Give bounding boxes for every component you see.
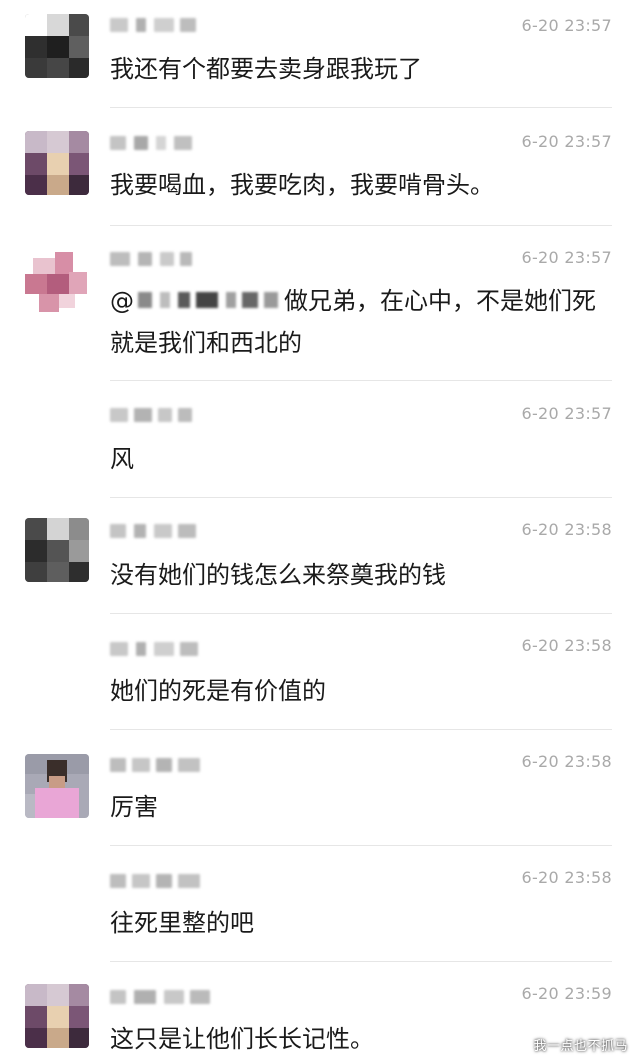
timestamp: 6-20 23:57 — [521, 132, 612, 151]
timestamp: 6-20 23:58 — [521, 868, 612, 887]
comment-text: 风 — [110, 445, 134, 473]
comment-text: 我还有个都要去卖身跟我玩了 — [110, 55, 422, 83]
watermark: 我一点也不抓马 — [533, 1039, 628, 1054]
divider — [110, 845, 612, 846]
username-blurred[interactable] — [110, 14, 210, 36]
timestamp: 6-20 23:58 — [521, 636, 612, 655]
divider — [110, 729, 612, 730]
avatar[interactable] — [25, 252, 89, 316]
username-blurred[interactable] — [110, 132, 210, 154]
mention-prefix: @ — [110, 287, 134, 315]
username-blurred[interactable] — [110, 986, 210, 1008]
comment-text: 这只是让他们长长记性。 — [110, 1025, 374, 1053]
username-blurred[interactable] — [110, 248, 210, 270]
username-blurred[interactable] — [110, 638, 210, 660]
comment-text: 厉害 — [110, 793, 158, 821]
comment-text: 往死里整的吧 — [110, 909, 254, 937]
avatar[interactable] — [25, 131, 89, 195]
avatar[interactable] — [25, 14, 89, 78]
comment-text: 她们的死是有价值的 — [110, 677, 326, 705]
comment-feed: 6-20 23:57 我还有个都要去卖身跟我玩了 6-20 23:57 我要喝血… — [0, 0, 640, 1064]
timestamp: 6-20 23:58 — [521, 752, 612, 771]
avatar[interactable] — [25, 984, 89, 1048]
avatar[interactable] — [25, 754, 89, 818]
mention-username-blurred[interactable] — [134, 289, 282, 311]
comment-text: 我要喝血，我要吃肉，我要啃骨头。 — [110, 171, 494, 199]
username-blurred[interactable] — [110, 754, 210, 776]
divider — [110, 380, 612, 381]
username-blurred[interactable] — [110, 520, 210, 542]
divider — [110, 613, 612, 614]
comment-text: 没有她们的钱怎么来祭奠我的钱 — [110, 561, 446, 589]
divider — [110, 225, 612, 226]
timestamp: 6-20 23:57 — [521, 404, 612, 423]
comment-text: @ 做兄弟，在心中，不是她们死就是我们和西北的 — [110, 280, 600, 364]
divider — [110, 497, 612, 498]
divider — [110, 107, 612, 108]
username-blurred[interactable] — [110, 404, 210, 426]
avatar[interactable] — [25, 518, 89, 582]
timestamp: 6-20 23:57 — [521, 248, 612, 267]
divider — [110, 961, 612, 962]
timestamp: 6-20 23:57 — [521, 16, 612, 35]
username-blurred[interactable] — [110, 870, 210, 892]
timestamp: 6-20 23:58 — [521, 520, 612, 539]
timestamp: 6-20 23:59 — [521, 984, 612, 1003]
